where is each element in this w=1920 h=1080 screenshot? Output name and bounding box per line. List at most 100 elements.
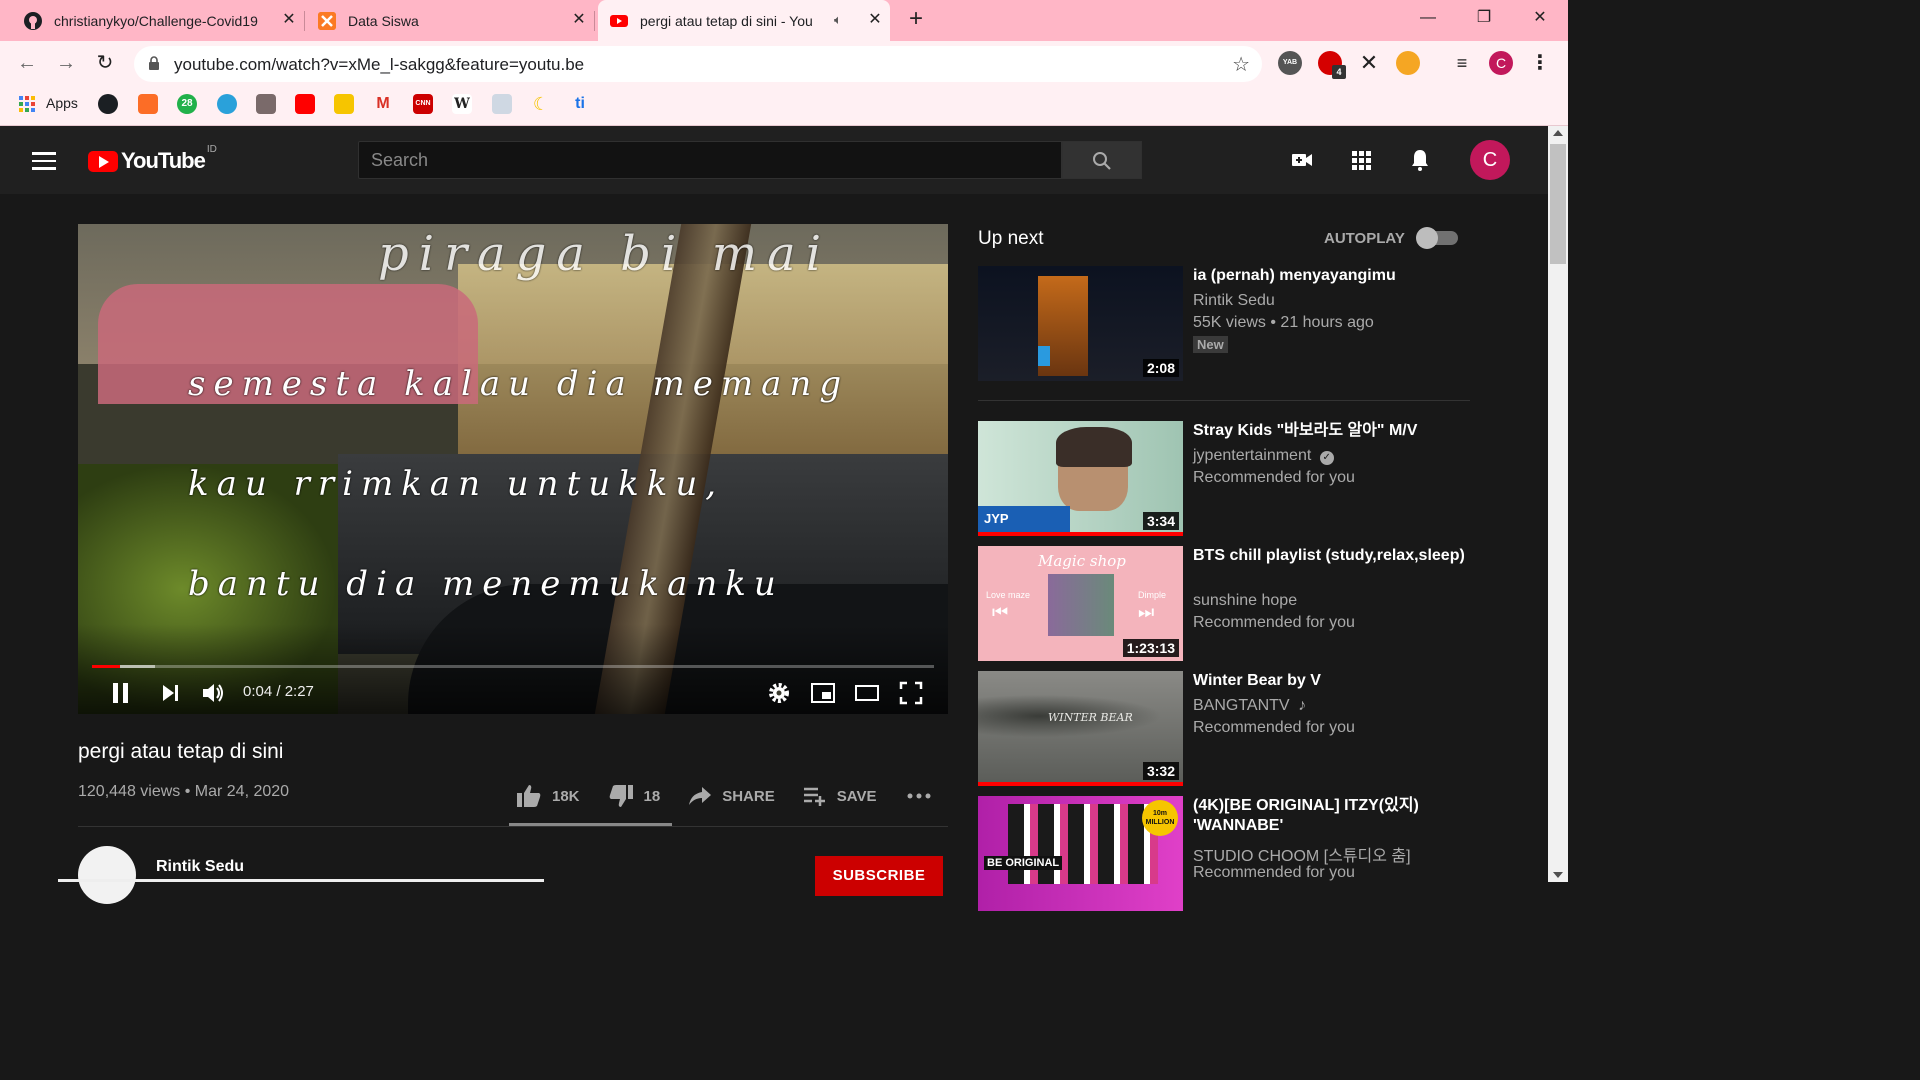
- browser-tab-strip: christianykyo/Challenge-Covid19 ✕ Data S…: [0, 0, 1568, 41]
- thumbnail-left-label: Love maze: [986, 590, 1031, 600]
- up-next-heading: Up next: [978, 228, 1044, 249]
- autoplay-label: AUTOPLAY: [1324, 230, 1405, 247]
- bookmark-star-icon[interactable]: ☆: [1232, 52, 1250, 77]
- video-lyric-line: kau rrimkan untukku,: [188, 464, 725, 504]
- search-icon: [1093, 152, 1111, 170]
- video-stats: 55K views • 21 hours ago: [1193, 314, 1374, 331]
- media-control-icon[interactable]: ≡: [1450, 51, 1474, 75]
- theater-mode-icon[interactable]: [854, 680, 880, 706]
- youtube-logo[interactable]: YouTube ID: [88, 144, 217, 174]
- recommendation-item[interactable]: BE ORIGINAL 10m MILLION (4K)[BE ORIGINAL…: [978, 796, 1470, 912]
- settings-gear-icon[interactable]: [766, 680, 792, 706]
- tab-data-siswa[interactable]: Data Siswa ✕: [308, 0, 595, 41]
- channel-name-text: jypentertainment: [1193, 447, 1312, 464]
- ti-bookmark-icon[interactable]: ti: [570, 94, 590, 114]
- recommendation-item[interactable]: JYP OFFICIAL 3:34 Stray Kids "바보라도 알아" M…: [978, 421, 1470, 537]
- channel-avatar[interactable]: [78, 846, 136, 904]
- channel-name: STUDIO CHOOM [스튜디오 춤]: [1193, 848, 1411, 865]
- profile-avatar[interactable]: C: [1489, 51, 1513, 75]
- minimize-button[interactable]: —: [1400, 0, 1456, 36]
- recommendation-item[interactable]: WINTER BEAR 3:32 Winter Bear by V BANGTA…: [978, 671, 1470, 787]
- document-bookmark-icon[interactable]: [492, 94, 512, 114]
- address-bar[interactable]: youtube.com/watch?v=xMe_l-sakgg&feature=…: [134, 46, 1262, 82]
- more-actions-button[interactable]: [906, 792, 942, 800]
- tab-github[interactable]: christianykyo/Challenge-Covid19 ✕: [14, 0, 305, 41]
- gmail-bookmark-icon[interactable]: M: [373, 94, 393, 114]
- forward-button[interactable]: →: [53, 51, 79, 77]
- youtube-bookmark-icon[interactable]: [295, 94, 315, 114]
- browser-menu-icon[interactable]: ⋮: [1528, 51, 1552, 75]
- video-thumbnail[interactable]: Magic shop Love maze ⏮︎ Dimple ⏭︎ 1:23:1…: [978, 546, 1183, 661]
- video-thumbnail[interactable]: JYP OFFICIAL 3:34: [978, 421, 1183, 536]
- back-button[interactable]: ←: [14, 51, 40, 77]
- share-label: SHARE: [722, 787, 775, 805]
- progress-bar[interactable]: [92, 665, 934, 668]
- monkey-extension-icon[interactable]: [1396, 51, 1420, 75]
- telegram-bookmark-icon[interactable]: [217, 94, 237, 114]
- adblock-extension-icon[interactable]: 4: [1318, 51, 1346, 79]
- create-video-icon[interactable]: [1290, 148, 1314, 172]
- close-tab-icon[interactable]: ✕: [570, 11, 588, 29]
- gitlab-bookmark-icon[interactable]: [138, 94, 158, 114]
- scroll-down-icon[interactable]: [1553, 872, 1563, 878]
- autoplay-toggle[interactable]: [1416, 227, 1460, 249]
- speaker-icon[interactable]: 🔈︎: [834, 12, 842, 28]
- apps-grid-icon[interactable]: [17, 94, 37, 114]
- tab-youtube-active[interactable]: pergi atau tetap di sini - You 🔈︎ ✕: [598, 0, 890, 41]
- miniplayer-icon[interactable]: [810, 680, 836, 706]
- like-button[interactable]: 18K: [516, 784, 580, 808]
- thumbnail-right-label: Dimple: [1138, 590, 1167, 600]
- next-video-icon[interactable]: [158, 680, 184, 706]
- 28-bookmark-icon[interactable]: 28: [177, 94, 197, 114]
- moon-bookmark-icon[interactable]: ☾: [531, 94, 551, 114]
- video-thumbnail[interactable]: 2:08: [978, 266, 1183, 381]
- search-input[interactable]: [359, 142, 1061, 178]
- photo-bookmark-icon[interactable]: [256, 94, 276, 114]
- save-button[interactable]: SAVE: [803, 786, 876, 806]
- search-box: [358, 141, 1062, 179]
- close-tab-icon[interactable]: ✕: [866, 11, 884, 29]
- new-tab-button[interactable]: +: [904, 7, 928, 32]
- xampp-icon: [318, 11, 336, 30]
- volume-icon[interactable]: [200, 680, 226, 706]
- apps-label[interactable]: Apps: [46, 95, 78, 111]
- cnn-bookmark-icon[interactable]: CNN: [413, 94, 433, 114]
- watched-progress-bar: [978, 782, 1183, 786]
- x-extension-icon[interactable]: ✕: [1357, 51, 1381, 75]
- apps-icon[interactable]: [1349, 148, 1373, 172]
- skip-next-icon: ⏭︎: [1138, 602, 1155, 622]
- restore-button[interactable]: ❐: [1456, 0, 1512, 36]
- youtube-page: YouTube ID C piraga bi mai semesta kalau…: [0, 126, 1548, 911]
- dislike-button[interactable]: 18: [608, 784, 660, 808]
- subscribe-button[interactable]: SUBSCRIBE: [815, 856, 943, 896]
- scrollbar-thumb[interactable]: [1550, 144, 1566, 264]
- avatar-initial: C: [1482, 149, 1498, 171]
- close-tab-icon[interactable]: ✕: [280, 11, 298, 29]
- video-stats: Recommended for you: [1193, 864, 1355, 881]
- page-scrollbar[interactable]: [1548, 126, 1568, 882]
- toggle-knob: [1416, 227, 1438, 249]
- bookmark-label: 28: [181, 98, 193, 109]
- video-thumbnail[interactable]: BE ORIGINAL 10m MILLION: [978, 796, 1183, 911]
- fullscreen-icon[interactable]: [898, 680, 924, 706]
- notifications-bell-icon[interactable]: [1408, 148, 1432, 172]
- yab-extension-icon[interactable]: YAB: [1278, 51, 1302, 75]
- pause-icon[interactable]: [108, 680, 134, 706]
- menu-icon[interactable]: [32, 152, 56, 170]
- wikipedia-bookmark-icon[interactable]: W: [452, 94, 472, 114]
- share-button[interactable]: SHARE: [688, 786, 775, 806]
- video-player[interactable]: piraga bi mai semesta kalau dia memang k…: [78, 224, 948, 714]
- video-thumbnail[interactable]: WINTER BEAR 3:32: [978, 671, 1183, 786]
- github-bookmark-icon[interactable]: [98, 94, 118, 114]
- recommendation-item[interactable]: Magic shop Love maze ⏮︎ Dimple ⏭︎ 1:23:1…: [978, 546, 1470, 662]
- search-button[interactable]: [1062, 141, 1142, 179]
- video-meta: 120,448 views • Mar 24, 2020: [78, 783, 290, 800]
- close-window-button[interactable]: ✕: [1512, 0, 1568, 36]
- channel-name[interactable]: Rintik Sedu: [156, 858, 244, 876]
- reload-button[interactable]: ↻: [92, 51, 118, 77]
- share-arrow-icon: [689, 787, 712, 805]
- classroom-bookmark-icon[interactable]: [334, 94, 354, 114]
- recommendation-item[interactable]: 2:08 ia (pernah) menyayangimu Rintik Sed…: [978, 266, 1470, 382]
- account-avatar[interactable]: C: [1470, 140, 1510, 180]
- scroll-up-icon[interactable]: [1553, 130, 1563, 136]
